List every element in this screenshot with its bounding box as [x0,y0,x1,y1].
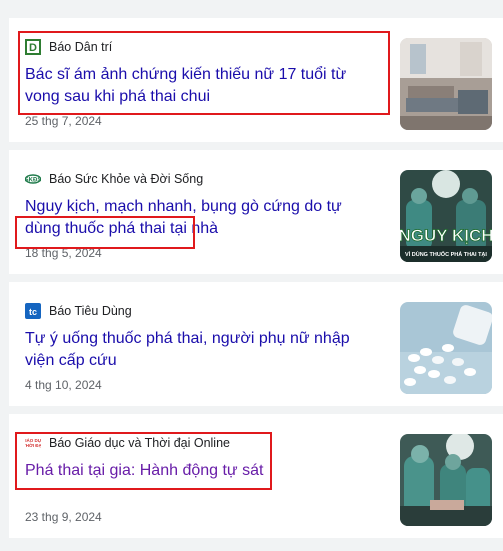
pills-bottle-image [400,302,492,394]
news-card[interactable]: GIÁO DỤCTHỜI ĐẠI Báo Giáo dục và Thời đạ… [9,414,503,538]
source-name: Báo Giáo dục và Thời đại Online [49,436,230,450]
svg-text:tc: tc [29,307,37,317]
article-thumbnail[interactable] [400,38,492,130]
svg-text:SKĐS: SKĐS [25,178,41,184]
thumb-title: NGUY KỊCH [400,226,492,245]
thumb-subtitle: VÌ DÙNG THUỐC PHÁ THAI TẠI [405,250,487,258]
operating-room-image [400,434,492,526]
source-name: Báo Sức Khỏe và Đời Sống [49,172,204,186]
news-results-list: D Báo Dân trí Bác sĩ ám ảnh chứng kiến t… [0,0,503,551]
svg-text:D: D [29,42,37,54]
article-date: 23 thg 9, 2024 [25,510,102,524]
suc-khoe-doi-song-logo-icon: SKĐS [25,171,41,187]
svg-text:THỜI ĐẠI: THỜI ĐẠI [25,441,41,448]
article-date: 4 thg 10, 2024 [25,378,102,392]
article-headline-link[interactable]: Nguy kịch, mạch nhanh, bụng gò cứng do t… [25,196,377,240]
news-card[interactable]: SKĐS Báo Sức Khỏe và Đời Sống Nguy kịch,… [9,150,503,274]
article-headline-link[interactable]: Bác sĩ ám ảnh chứng kiến thiếu nữ 17 tuổ… [25,64,377,108]
article-headline-link[interactable]: Phá thai tại gia: Hành động tự sát [25,460,377,482]
news-source[interactable]: D Báo Dân trí [25,38,112,56]
article-date: 25 thg 7, 2024 [25,114,102,128]
article-thumbnail[interactable] [400,302,492,394]
article-thumbnail[interactable] [400,434,492,526]
dan-tri-logo-icon: D [25,39,41,55]
surgeons-operating-image: NGUY KỊCH VÌ DÙNG THUỐC PHÁ THAI TẠI [400,170,492,262]
article-date: 18 thg 5, 2024 [25,246,102,260]
news-card[interactable]: D Báo Dân trí Bác sĩ ám ảnh chứng kiến t… [9,18,503,142]
news-source[interactable]: GIÁO DỤCTHỜI ĐẠI Báo Giáo dục và Thời đạ… [25,434,230,452]
news-source[interactable]: tc Báo Tiêu Dùng [25,302,132,320]
news-source[interactable]: SKĐS Báo Sức Khỏe và Đời Sống [25,170,203,188]
giao-duc-thoi-dai-logo-icon: GIÁO DỤCTHỜI ĐẠI [25,435,41,451]
tieu-dung-logo-icon: tc [25,303,41,319]
news-card[interactable]: tc Báo Tiêu Dùng Tự ý uống thuốc phá tha… [9,282,503,406]
hospital-ward-image [400,38,492,130]
article-headline-link[interactable]: Tự ý uống thuốc phá thai, người phụ nữ n… [25,328,377,372]
source-name: Báo Dân trí [49,40,113,54]
source-name: Báo Tiêu Dùng [49,304,132,318]
article-thumbnail[interactable]: NGUY KỊCH VÌ DÙNG THUỐC PHÁ THAI TẠI [400,170,492,262]
